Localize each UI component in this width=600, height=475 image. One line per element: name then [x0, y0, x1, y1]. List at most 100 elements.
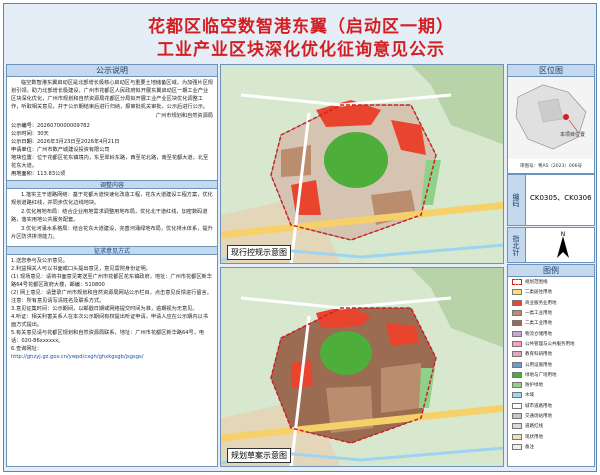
legend-label: 教育科研用地	[525, 352, 552, 358]
legend-swatch	[512, 371, 522, 378]
legend-item: 绿地与广场用地	[508, 370, 594, 380]
legend-label: 一类工业用地	[525, 311, 552, 317]
area-line: 用地面积：113.83公顷	[11, 171, 66, 177]
north-side-label: 指北针	[508, 228, 526, 262]
legend-label: 规划范围线	[525, 280, 548, 286]
legend-swatch	[512, 433, 522, 440]
north-arrow-icon: N	[557, 231, 569, 258]
legend-item: 教育科研用地	[508, 349, 594, 359]
legend-label: 水域	[525, 393, 534, 399]
legend-item: 一类工业用地	[508, 308, 594, 318]
opinion-list: 1.送您参与及公示意见。 2.利益相关人可以书面或口头提出意见，意见需附身份证明…	[7, 255, 217, 363]
legend-item: 现状用地	[508, 431, 594, 441]
location-map	[508, 77, 594, 159]
current-plan-svg	[221, 65, 503, 263]
legend-item: 城市道路用地	[508, 401, 594, 411]
legend-item: 备注	[508, 442, 594, 452]
legend-swatch	[512, 443, 522, 450]
opinion-item: (1) 现场意见：请将书面意见寄送至广州市花都区花东镇政府，地址：广州市花都区新…	[11, 274, 212, 288]
legend-swatch	[512, 340, 522, 347]
project-location-marker	[563, 114, 569, 120]
legend-item: 公用设施用地	[508, 359, 594, 369]
legend-item: 二类工业用地	[508, 318, 594, 328]
legend-swatch	[512, 413, 522, 419]
legend-label: 公用设施用地	[525, 362, 552, 368]
legend-item: 二类居住用地	[508, 287, 594, 297]
location-header: 区位图	[508, 65, 594, 77]
legend-header: 图例	[508, 265, 594, 277]
legend-item: 道路红线	[508, 421, 594, 431]
legend-swatch	[512, 423, 522, 430]
location-panel: 区位图 本项目位置 审图号：粤AS（2023）006号	[507, 64, 595, 174]
notice-org: 广州市规划和自然资源局	[155, 113, 213, 119]
map-approval-code: 审图号：粤AS（2023）006号	[520, 164, 582, 169]
legend-swatch	[512, 330, 522, 337]
project-location-label: 本项目位置	[560, 132, 586, 138]
draft-plan-svg	[221, 268, 503, 466]
opinion-item: 4.听证：相关利害关系人在本次公示期间有权提出听证申请，申请人应在公示期内以书面…	[11, 314, 208, 328]
code-value: CK0305、CK0306	[530, 194, 592, 202]
opinion-item: 3.意见征集时间：公示期间，以邮戳日期或网络提交时间为准，逾期视为无意见。	[11, 306, 198, 312]
legend-label: 备注	[525, 444, 534, 450]
applicant-line: 申请单位：广州市数产城建设投资有限公司	[11, 147, 110, 153]
legend-swatch	[512, 392, 522, 399]
legend-item: 规划范围线	[508, 277, 594, 287]
legend-item: 水域	[508, 390, 594, 400]
adjust-item: 2.优化用地布局：结合企业用地需求调整用地布局，优化北干道红线，加密数码道路，落…	[11, 209, 208, 223]
notice-panel: 公示说明 临空数智港东翼启动区是北部增长极核心启动区与重要土地储备区域，为加强片…	[6, 64, 218, 467]
notice-intro: 临空数智港东翼启动区是北部增长极核心启动区与重要土地储备区域，为加强片区规划引领…	[7, 77, 217, 122]
legend-label: 二类居住用地	[525, 290, 552, 296]
legend-swatch	[512, 289, 522, 296]
opinion-item: 1.送您参与及公示意见。	[11, 258, 68, 264]
notice-header: 公示说明	[7, 65, 217, 77]
legend-item: 交通场站用地	[508, 411, 594, 421]
title-line-1: 花都区临空数智港东翼（启动区一期）	[148, 17, 454, 37]
opinion-item: (2) 网上意见：请登录广州市规划和自然资源局网站公示栏目，点击意见反馈进行留言…	[11, 290, 212, 296]
legend-panel: 图例 规划范围线 二类居住用地 商业服务业用地 一类工业用地 二类工业用地 物流仓储用地公…	[507, 264, 595, 467]
current-plan-map: 现行控规示意图	[220, 64, 504, 264]
legend-label: 城市道路用地	[525, 403, 552, 409]
legend-label: 物流仓储用地	[525, 331, 552, 337]
legend-label: 道路红线	[525, 424, 543, 430]
north-panel: 指北针 N	[507, 227, 595, 263]
adjust-item: 1.落实主干道路网络：基于花都大道快速化改造工程，花东大道建设工程方案，优化规划…	[11, 192, 213, 206]
opinion-item: 6.查询网址：	[11, 346, 42, 352]
adjust-item: 3.优化河涌水系格局：结合花东大道建设，完善河涌绿地布局，优化排水体系，提升片区…	[11, 226, 213, 240]
code-line: 公示编号：2026070000009782	[11, 123, 90, 129]
legend-swatch	[512, 402, 522, 409]
period-line: 公示时间：30天	[11, 131, 49, 137]
adjust-list: 1.落实主干道路网络：基于花都大道快速化改造工程，花东大道建设工程方案，优化规划…	[7, 189, 217, 244]
code-panel: 编码 CK0305、CK0306	[507, 174, 595, 226]
legend-swatch	[512, 382, 522, 389]
north-letter: N	[561, 231, 566, 238]
legend-swatch	[512, 310, 522, 317]
legend-item: 物流仓储用地	[508, 328, 594, 338]
legend-item: 防护绿地	[508, 380, 594, 390]
legend-swatch	[512, 320, 522, 327]
legend-label: 交通场站用地	[525, 414, 552, 419]
legend-list: 规划范围线二类居住用地 商业服务业用地 一类工业用地 二类工业用地 物流仓储用地公共管理…	[508, 277, 594, 452]
code-side-label: 编码	[508, 175, 526, 225]
title-line-2: 工业产业区块深化优化征询意见公示	[157, 40, 445, 60]
legend-label: 绿地与广场用地	[525, 372, 557, 378]
legend-label: 二类工业用地	[525, 321, 552, 327]
legend-label: 公共管理与公共服务用地	[525, 341, 575, 347]
draft-plan-label: 规划草案示意图	[227, 448, 291, 463]
draft-plan-map: 规划草案示意图	[220, 267, 504, 467]
legend-swatch	[512, 351, 522, 358]
legend-label: 商业服务业用地	[525, 300, 557, 306]
legend-label: 现状用地	[525, 434, 543, 440]
legend-swatch	[512, 361, 522, 368]
current-plan-label: 现行控规示意图	[227, 245, 291, 260]
legend-label: 防护绿地	[525, 383, 543, 389]
legend-swatch	[512, 299, 522, 306]
opinion-item: 5.有关意见请与花都区规划和自然资源局联系，地址：广州市花都区新华路64号，电话…	[11, 330, 205, 344]
dates-line: 公示日期：2026年3月23日至2026年4月21日	[11, 139, 120, 145]
opinion-header: 征求意见方式	[7, 246, 217, 255]
opinion-item: 注意：所有意见请写清姓名及联系方式。	[11, 298, 105, 304]
query-url-link[interactable]: http://ghzyj.gz.gov.cn/ywpd/cxgh/ghxkgsg…	[11, 353, 213, 361]
location-line: 地块位置：位于花都区花东镇境内，东至翠岭东路，西至花北路，南至花都大道，北至花东…	[11, 155, 209, 169]
intro-text: 临空数智港东翼启动区是北部增长极核心启动区与重要土地储备区域，为加强片区规划引领…	[11, 80, 213, 110]
legend-item: 商业服务业用地	[508, 298, 594, 308]
opinion-item: 2.利益相关人可以书面或口头提出意见，意见需附身份证明。	[11, 266, 151, 272]
